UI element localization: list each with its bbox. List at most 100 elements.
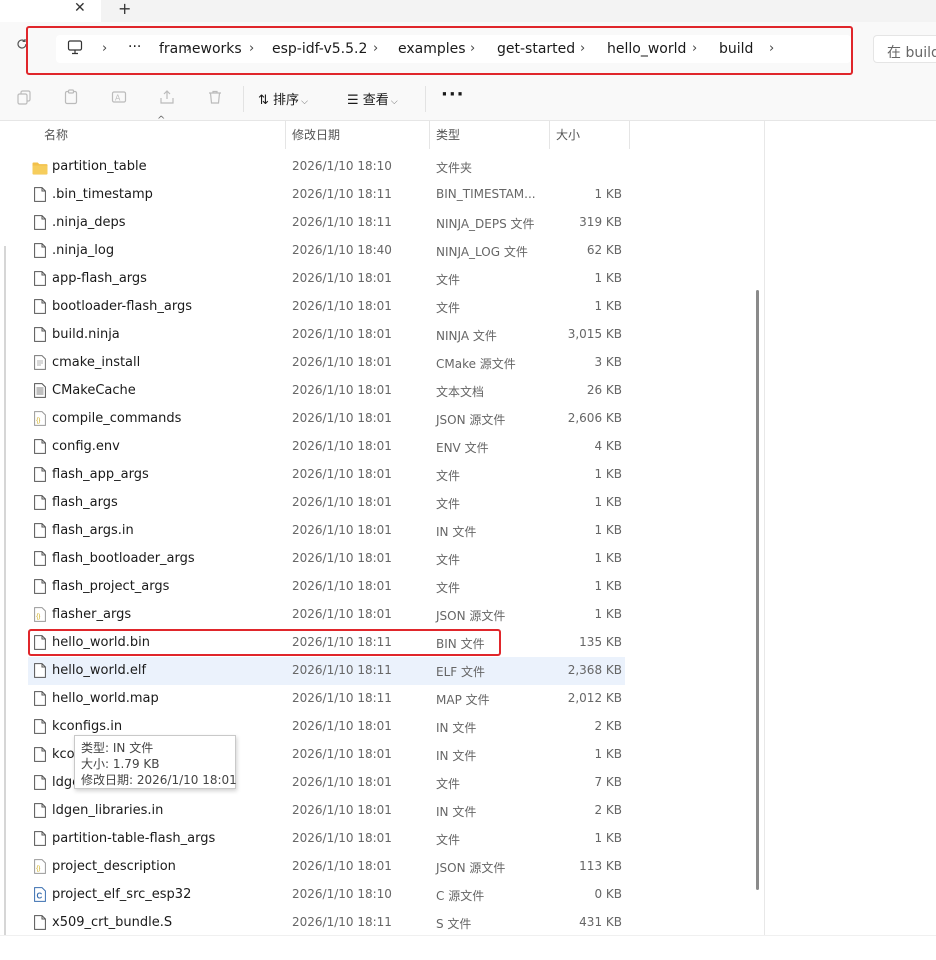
file-row[interactable]: flash_args.in 2026/1/10 18:01 IN 文件 1 KB — [28, 517, 625, 545]
file-icon — [34, 831, 46, 846]
file-type: BIN_TIMESTAM... — [436, 187, 536, 201]
file-size: 3,015 KB — [567, 327, 622, 341]
file-row[interactable]: cmake_install 2026/1/10 18:01 CMake 源文件 3 K… — [28, 349, 625, 377]
column-resize-handle[interactable] — [429, 121, 430, 149]
rename-icon[interactable]: A — [111, 89, 129, 107]
more-options-button[interactable]: ··· — [441, 84, 465, 105]
file-icon — [34, 187, 46, 202]
svg-text:A: A — [115, 94, 121, 103]
column-header-type[interactable]: 类型 — [436, 126, 460, 143]
file-size: 1 KB — [594, 271, 622, 285]
file-name: .ninja_log — [52, 243, 115, 258]
file-date: 2026/1/10 18:01 — [292, 495, 392, 509]
file-row[interactable]: .bin_timestamp 2026/1/10 18:11 BIN_TIMESTA… — [28, 181, 625, 209]
file-row[interactable]: {} compile_commands 2026/1/10 18:01 JSON 源文… — [28, 405, 625, 433]
file-date: 2026/1/10 18:01 — [292, 579, 392, 593]
file-date: 2026/1/10 18:01 — [292, 411, 392, 425]
file-row[interactable]: build.ninja 2026/1/10 18:01 NINJA 文件 3,015 … — [28, 321, 625, 349]
file-size: 113 KB — [579, 859, 622, 873]
file-type: C 源文件 — [436, 889, 485, 903]
file-type: 文件 — [436, 301, 461, 315]
file-date: 2026/1/10 18:11 — [292, 691, 392, 705]
svg-text:{}: {} — [36, 866, 40, 872]
column-header-name[interactable]: 名称 — [44, 126, 68, 143]
file-type: NINJA_DEPS 文件 — [436, 217, 535, 231]
svg-text:{}: {} — [36, 418, 40, 424]
file-date: 2026/1/10 18:01 — [292, 299, 392, 313]
file-date: 2026/1/10 18:11 — [292, 215, 392, 229]
sort-button[interactable]: ⇅ 排序 ⌵ — [258, 89, 308, 108]
search-input[interactable]: 在 build — [873, 35, 936, 63]
svg-text:C: C — [37, 892, 43, 901]
sort-icon: ⇅ — [258, 93, 269, 108]
column-resize-handle[interactable] — [549, 121, 550, 149]
file-date: 2026/1/10 18:10 — [292, 887, 392, 901]
file-row[interactable]: .ninja_log 2026/1/10 18:40 NINJA_LOG 文件 62 … — [28, 237, 625, 265]
new-tab-button[interactable]: + — [118, 0, 131, 18]
file-row[interactable]: {} project_description 2026/1/10 18:01 JSON… — [28, 853, 625, 881]
file-size: 2 KB — [594, 803, 622, 817]
tab-current[interactable]: ✕ — [0, 0, 101, 22]
close-icon[interactable]: ✕ — [74, 0, 86, 16]
file-size: 2 KB — [594, 719, 622, 733]
file-row[interactable]: bootloader-flash_args 2026/1/10 18:01 文件 1 … — [28, 293, 625, 321]
file-row[interactable]: CMakeCache 2026/1/10 18:01 文本文档 26 KB — [28, 377, 625, 405]
copy-icon[interactable] — [16, 89, 34, 107]
file-info-tooltip: 类型: IN 文件 大小: 1.79 KB 修改日期: 2026/1/10 18… — [74, 735, 237, 789]
file-row[interactable]: flash_args 2026/1/10 18:01 文件 1 KB — [28, 489, 625, 517]
file-size: 1 KB — [594, 831, 622, 845]
file-type: CMake 源文件 — [436, 357, 516, 371]
file-type: 文件 — [436, 581, 461, 595]
file-row[interactable]: Cproject_elf_src_esp32 2026/1/10 18:10 C 源… — [28, 881, 625, 909]
file-icon — [34, 299, 46, 314]
file-row[interactable]: app-flash_args 2026/1/10 18:01 文件 1 KB — [28, 265, 625, 293]
file-row[interactable]: .ninja_deps 2026/1/10 18:11 NINJA_DEPS 文件 3… — [28, 209, 625, 237]
file-type: MAP 文件 — [436, 693, 490, 707]
file-row[interactable]: ldgen_libraries.in 2026/1/10 18:01 IN 文件 2 … — [28, 797, 625, 825]
file-type: 文件 — [436, 777, 461, 791]
column-resize-handle[interactable] — [285, 121, 286, 149]
column-resize-handle[interactable] — [629, 121, 630, 149]
file-row[interactable]: partition-table-flash_args 2026/1/10 18:0… — [28, 825, 625, 853]
file-row-selected[interactable]: hello_world.elf 2026/1/10 18:11 ELF 文件 2,36… — [28, 657, 625, 685]
paste-icon[interactable] — [63, 89, 81, 107]
file-size: 3 KB — [594, 355, 622, 369]
file-date: 2026/1/10 18:01 — [292, 467, 392, 481]
file-date: 2026/1/10 18:01 — [292, 383, 392, 397]
file-row[interactable]: flash_app_args 2026/1/10 18:01 文件 1 KB — [28, 461, 625, 489]
vertical-scrollbar[interactable] — [756, 290, 759, 890]
file-size: 1 KB — [594, 523, 622, 537]
file-size: 1 KB — [594, 551, 622, 565]
file-row[interactable]: flash_project_args 2026/1/10 18:01 文件 1 KB — [28, 573, 625, 601]
sort-label: 排序 — [273, 93, 300, 108]
column-header-date[interactable]: 修改日期 — [292, 126, 340, 143]
file-type: 文件 — [436, 833, 461, 847]
share-icon[interactable] — [159, 89, 177, 107]
sort-ascending-icon: ^ — [157, 115, 166, 126]
file-row[interactable]: partition_table 2026/1/10 18:10 文件夹 — [28, 153, 625, 181]
column-header-size[interactable]: 大小 — [556, 126, 580, 143]
file-type: IN 文件 — [436, 721, 477, 735]
file-row[interactable]: flash_bootloader_args 2026/1/10 18:01 文件 1 … — [28, 545, 625, 573]
tooltip-size: 大小: 1.79 KB — [81, 757, 160, 771]
file-size: 2,368 KB — [567, 663, 622, 677]
file-name: config.env — [52, 439, 120, 454]
delete-icon[interactable] — [207, 89, 225, 107]
window-bottom-edge — [0, 935, 936, 960]
json-file-icon: {} — [34, 607, 46, 622]
file-date: 2026/1/10 18:01 — [292, 747, 392, 761]
file-highlight-box — [28, 629, 501, 656]
file-row[interactable]: {} flasher_args 2026/1/10 18:01 JSON 源文件 1 K… — [28, 601, 625, 629]
view-button[interactable]: ☰ 查看 ⌵ — [347, 89, 398, 108]
file-date: 2026/1/10 18:11 — [292, 915, 392, 929]
file-row[interactable]: config.env 2026/1/10 18:01 ENV 文件 4 KB — [28, 433, 625, 461]
file-row[interactable]: x509_crt_bundle.S 2026/1/10 18:11 S 文件 431 … — [28, 909, 625, 937]
file-size: 1 KB — [594, 495, 622, 509]
file-date: 2026/1/10 18:01 — [292, 523, 392, 537]
file-row[interactable]: hello_world.map 2026/1/10 18:11 MAP 文件 2,01… — [28, 685, 625, 713]
file-type: NINJA_LOG 文件 — [436, 245, 528, 259]
view-label: 查看 — [362, 93, 389, 108]
file-size: 1 KB — [594, 187, 622, 201]
file-icon — [34, 215, 46, 230]
file-type: IN 文件 — [436, 525, 477, 539]
